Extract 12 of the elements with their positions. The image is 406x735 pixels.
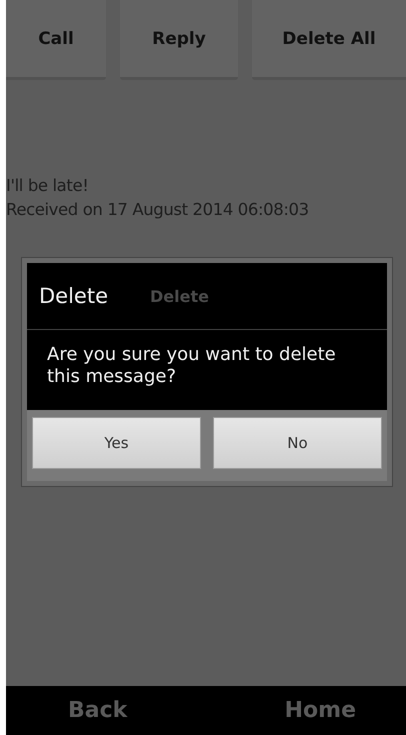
- nav-button[interactable]: Home: [284, 686, 356, 735]
- dialog-button[interactable]: No: [213, 417, 382, 469]
- dialog-title: Delete: [39, 284, 108, 308]
- received-timestamp: Received on 17 August 2014 06:08:03: [6, 199, 310, 221]
- message-text: I'll be late!: [6, 175, 90, 197]
- dialog-message: Are you sure you want to delete this message?: [46, 343, 337, 389]
- background-button-label: Delete: [150, 286, 209, 306]
- nav-button[interactable]: Back: [68, 686, 128, 735]
- toolbar-button[interactable]: Call: [6, 0, 106, 80]
- dialog-button[interactable]: Yes: [32, 417, 201, 469]
- toolbar-button[interactable]: Reply: [120, 0, 238, 80]
- toolbar-button[interactable]: Delete All: [252, 0, 406, 80]
